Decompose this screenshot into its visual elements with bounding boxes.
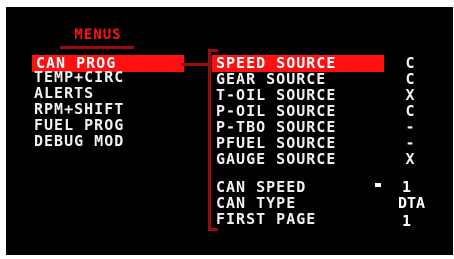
menu-connector [181,63,209,66]
menu-title: MENUS [74,27,122,43]
title-underline [60,46,134,49]
dashboard-screen: MENUS CAN PROG TEMP+CIRC ALERTS RPM+SHIF… [6,7,453,255]
submenu-item-gauge-source[interactable]: GAUGE SOURCE [216,151,336,168]
submenu-bracket [208,49,211,231]
first-page-value: 1 [402,212,412,230]
setting-first-page[interactable]: FIRST PAGE [216,211,316,228]
cursor-marker [375,183,381,187]
gauge-source-value: X [405,150,415,168]
submenu-bracket-top [208,49,218,52]
left-menu-item-debug-mod[interactable]: DEBUG MOD [34,133,124,150]
submenu-bracket-bottom [208,228,218,231]
can-type-value: DTA [398,194,426,212]
